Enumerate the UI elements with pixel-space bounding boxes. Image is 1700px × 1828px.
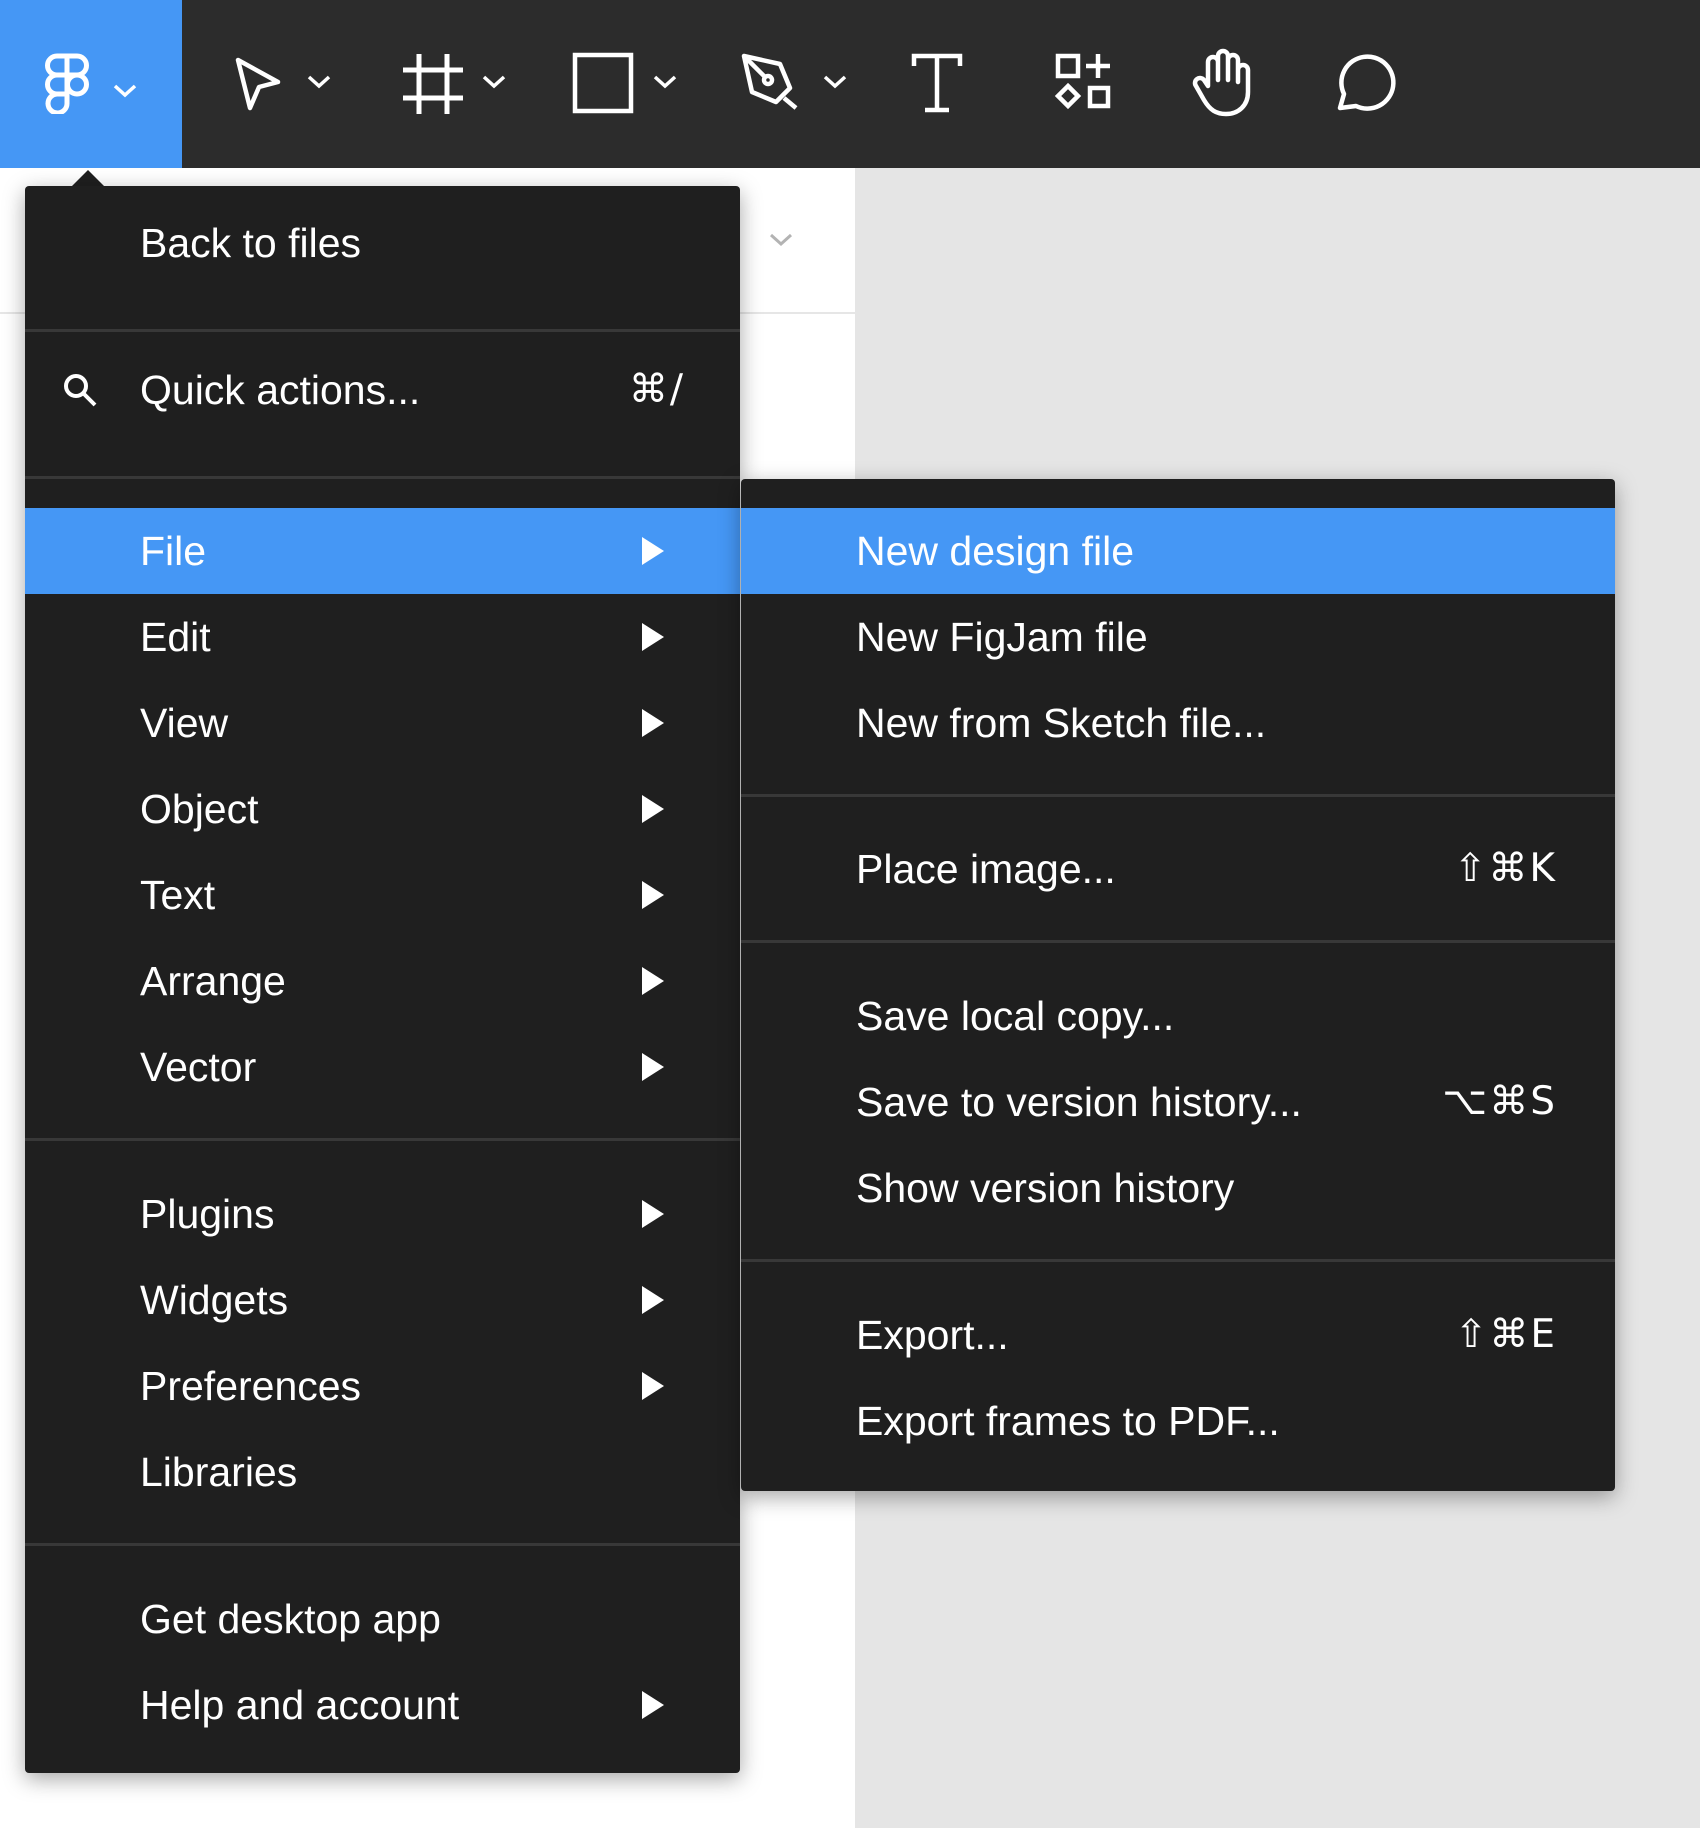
back-to-files-item[interactable]: Back to files xyxy=(25,200,740,286)
frame-tool[interactable] xyxy=(395,0,515,168)
comment-tool-icon xyxy=(1337,54,1396,111)
submenu-item-label: New design file xyxy=(856,528,1135,574)
quick-actions-shortcut: ⌘/ xyxy=(628,367,685,412)
menu-item-label: Object xyxy=(140,786,259,832)
submenu-item-new-design-file[interactable]: New design file xyxy=(741,508,1615,594)
menu-item-vector[interactable]: Vector xyxy=(25,1024,740,1110)
back-to-files-label: Back to files xyxy=(140,220,362,266)
chevron-down-icon xyxy=(307,75,331,89)
chevron-down-icon xyxy=(653,75,677,89)
menu-item-label: Arrange xyxy=(140,958,286,1004)
menu-item-file[interactable]: File xyxy=(25,508,740,594)
menu-caret xyxy=(72,170,104,186)
comment-tool[interactable] xyxy=(1320,0,1410,168)
submenu-arrow-icon xyxy=(642,1691,664,1719)
submenu-item-label: Save to version history... xyxy=(856,1079,1302,1125)
main-menu-button[interactable] xyxy=(0,0,182,168)
quick-actions-label: Quick actions... xyxy=(140,367,421,413)
figma-logo-icon xyxy=(45,53,89,114)
save-version-shortcut: ⌥⌘S xyxy=(1442,1079,1557,1124)
submenu-item-label: Export... xyxy=(856,1312,1009,1358)
menu-item-text[interactable]: Text xyxy=(25,852,740,938)
menu-item-widgets[interactable]: Widgets xyxy=(25,1257,740,1343)
submenu-arrow-icon xyxy=(642,1200,664,1228)
submenu-item-label: Place image... xyxy=(856,846,1116,892)
chevron-down-icon xyxy=(113,84,137,98)
submenu-arrow-icon xyxy=(642,623,664,651)
rectangle-tool-icon xyxy=(572,52,634,114)
rectangle-tool[interactable] xyxy=(568,0,688,168)
submenu-item-export[interactable]: Export... ⇧⌘E xyxy=(741,1292,1615,1378)
menu-item-view[interactable]: View xyxy=(25,680,740,766)
chevron-down-icon xyxy=(482,75,506,89)
menu-item-get-desktop-app[interactable]: Get desktop app xyxy=(25,1576,740,1662)
hand-tool[interactable] xyxy=(1180,0,1270,168)
chevron-down-icon[interactable] xyxy=(768,232,794,248)
menu-item-label: Plugins xyxy=(140,1191,275,1237)
menu-item-label: Help and account xyxy=(140,1682,460,1728)
menu-item-help-and-account[interactable]: Help and account xyxy=(25,1662,740,1748)
menu-item-label: Preferences xyxy=(140,1363,362,1409)
main-menu: Back to files Quick actions... ⌘/ File E… xyxy=(25,186,740,1773)
menu-divider xyxy=(25,1138,740,1141)
export-shortcut: ⇧⌘E xyxy=(1454,1312,1557,1357)
submenu-item-label: Show version history xyxy=(856,1165,1235,1211)
submenu-arrow-icon xyxy=(642,537,664,565)
submenu-item-new-figjam-file[interactable]: New FigJam file xyxy=(741,594,1615,680)
resources-tool[interactable] xyxy=(1040,0,1120,168)
submenu-item-export-frames-to-pdf[interactable]: Export frames to PDF... xyxy=(741,1378,1615,1464)
submenu-arrow-icon xyxy=(642,881,664,909)
menu-item-label: Vector xyxy=(140,1044,257,1090)
resources-icon xyxy=(1054,53,1111,110)
menu-item-preferences[interactable]: Preferences xyxy=(25,1343,740,1429)
menu-item-object[interactable]: Object xyxy=(25,766,740,852)
text-tool[interactable] xyxy=(900,0,980,168)
file-submenu: New design file New FigJam file New from… xyxy=(741,479,1615,1491)
pen-tool[interactable] xyxy=(738,0,858,168)
submenu-item-save-local-copy[interactable]: Save local copy... xyxy=(741,973,1615,1059)
menu-item-label: Text xyxy=(140,872,216,918)
search-icon xyxy=(64,374,97,407)
chevron-down-icon xyxy=(823,75,847,89)
menu-item-label: File xyxy=(140,528,207,574)
submenu-item-save-to-version-history[interactable]: Save to version history... ⌥⌘S xyxy=(741,1059,1615,1145)
menu-divider xyxy=(741,940,1615,943)
menu-item-label: Edit xyxy=(140,614,211,660)
submenu-item-place-image[interactable]: Place image... ⇧⌘K xyxy=(741,826,1615,912)
menu-item-label: Libraries xyxy=(140,1449,298,1495)
menu-divider xyxy=(741,1259,1615,1262)
frame-tool-icon xyxy=(403,54,463,114)
menu-item-libraries[interactable]: Libraries xyxy=(25,1429,740,1515)
hand-tool-icon xyxy=(1192,48,1251,117)
menu-divider xyxy=(25,1543,740,1546)
submenu-arrow-icon xyxy=(642,967,664,995)
menu-item-arrange[interactable]: Arrange xyxy=(25,938,740,1024)
submenu-arrow-icon xyxy=(642,1053,664,1081)
submenu-arrow-icon xyxy=(642,709,664,737)
submenu-item-show-version-history[interactable]: Show version history xyxy=(741,1145,1615,1231)
submenu-arrow-icon xyxy=(642,795,664,823)
menu-divider xyxy=(25,329,740,332)
submenu-item-label: Save local copy... xyxy=(856,993,1175,1039)
place-image-shortcut: ⇧⌘K xyxy=(1453,846,1557,891)
move-tool[interactable] xyxy=(220,0,340,168)
menu-divider xyxy=(25,476,740,479)
text-tool-icon xyxy=(911,53,963,113)
submenu-arrow-icon xyxy=(642,1286,664,1314)
menu-item-plugins[interactable]: Plugins xyxy=(25,1171,740,1257)
submenu-item-label: New FigJam file xyxy=(856,614,1148,660)
menu-item-edit[interactable]: Edit xyxy=(25,594,740,680)
pen-tool-icon xyxy=(741,53,798,110)
move-tool-icon xyxy=(235,57,281,111)
submenu-item-label: New from Sketch file... xyxy=(856,700,1267,746)
submenu-arrow-icon xyxy=(642,1372,664,1400)
menu-divider xyxy=(741,794,1615,797)
toolbar xyxy=(0,0,1700,168)
submenu-item-label: Export frames to PDF... xyxy=(856,1398,1280,1444)
menu-item-label: View xyxy=(140,700,229,746)
quick-actions-item[interactable]: Quick actions... ⌘/ xyxy=(25,347,740,433)
submenu-item-new-from-sketch[interactable]: New from Sketch file... xyxy=(741,680,1615,766)
menu-item-label: Get desktop app xyxy=(140,1596,441,1642)
menu-item-label: Widgets xyxy=(140,1277,289,1323)
